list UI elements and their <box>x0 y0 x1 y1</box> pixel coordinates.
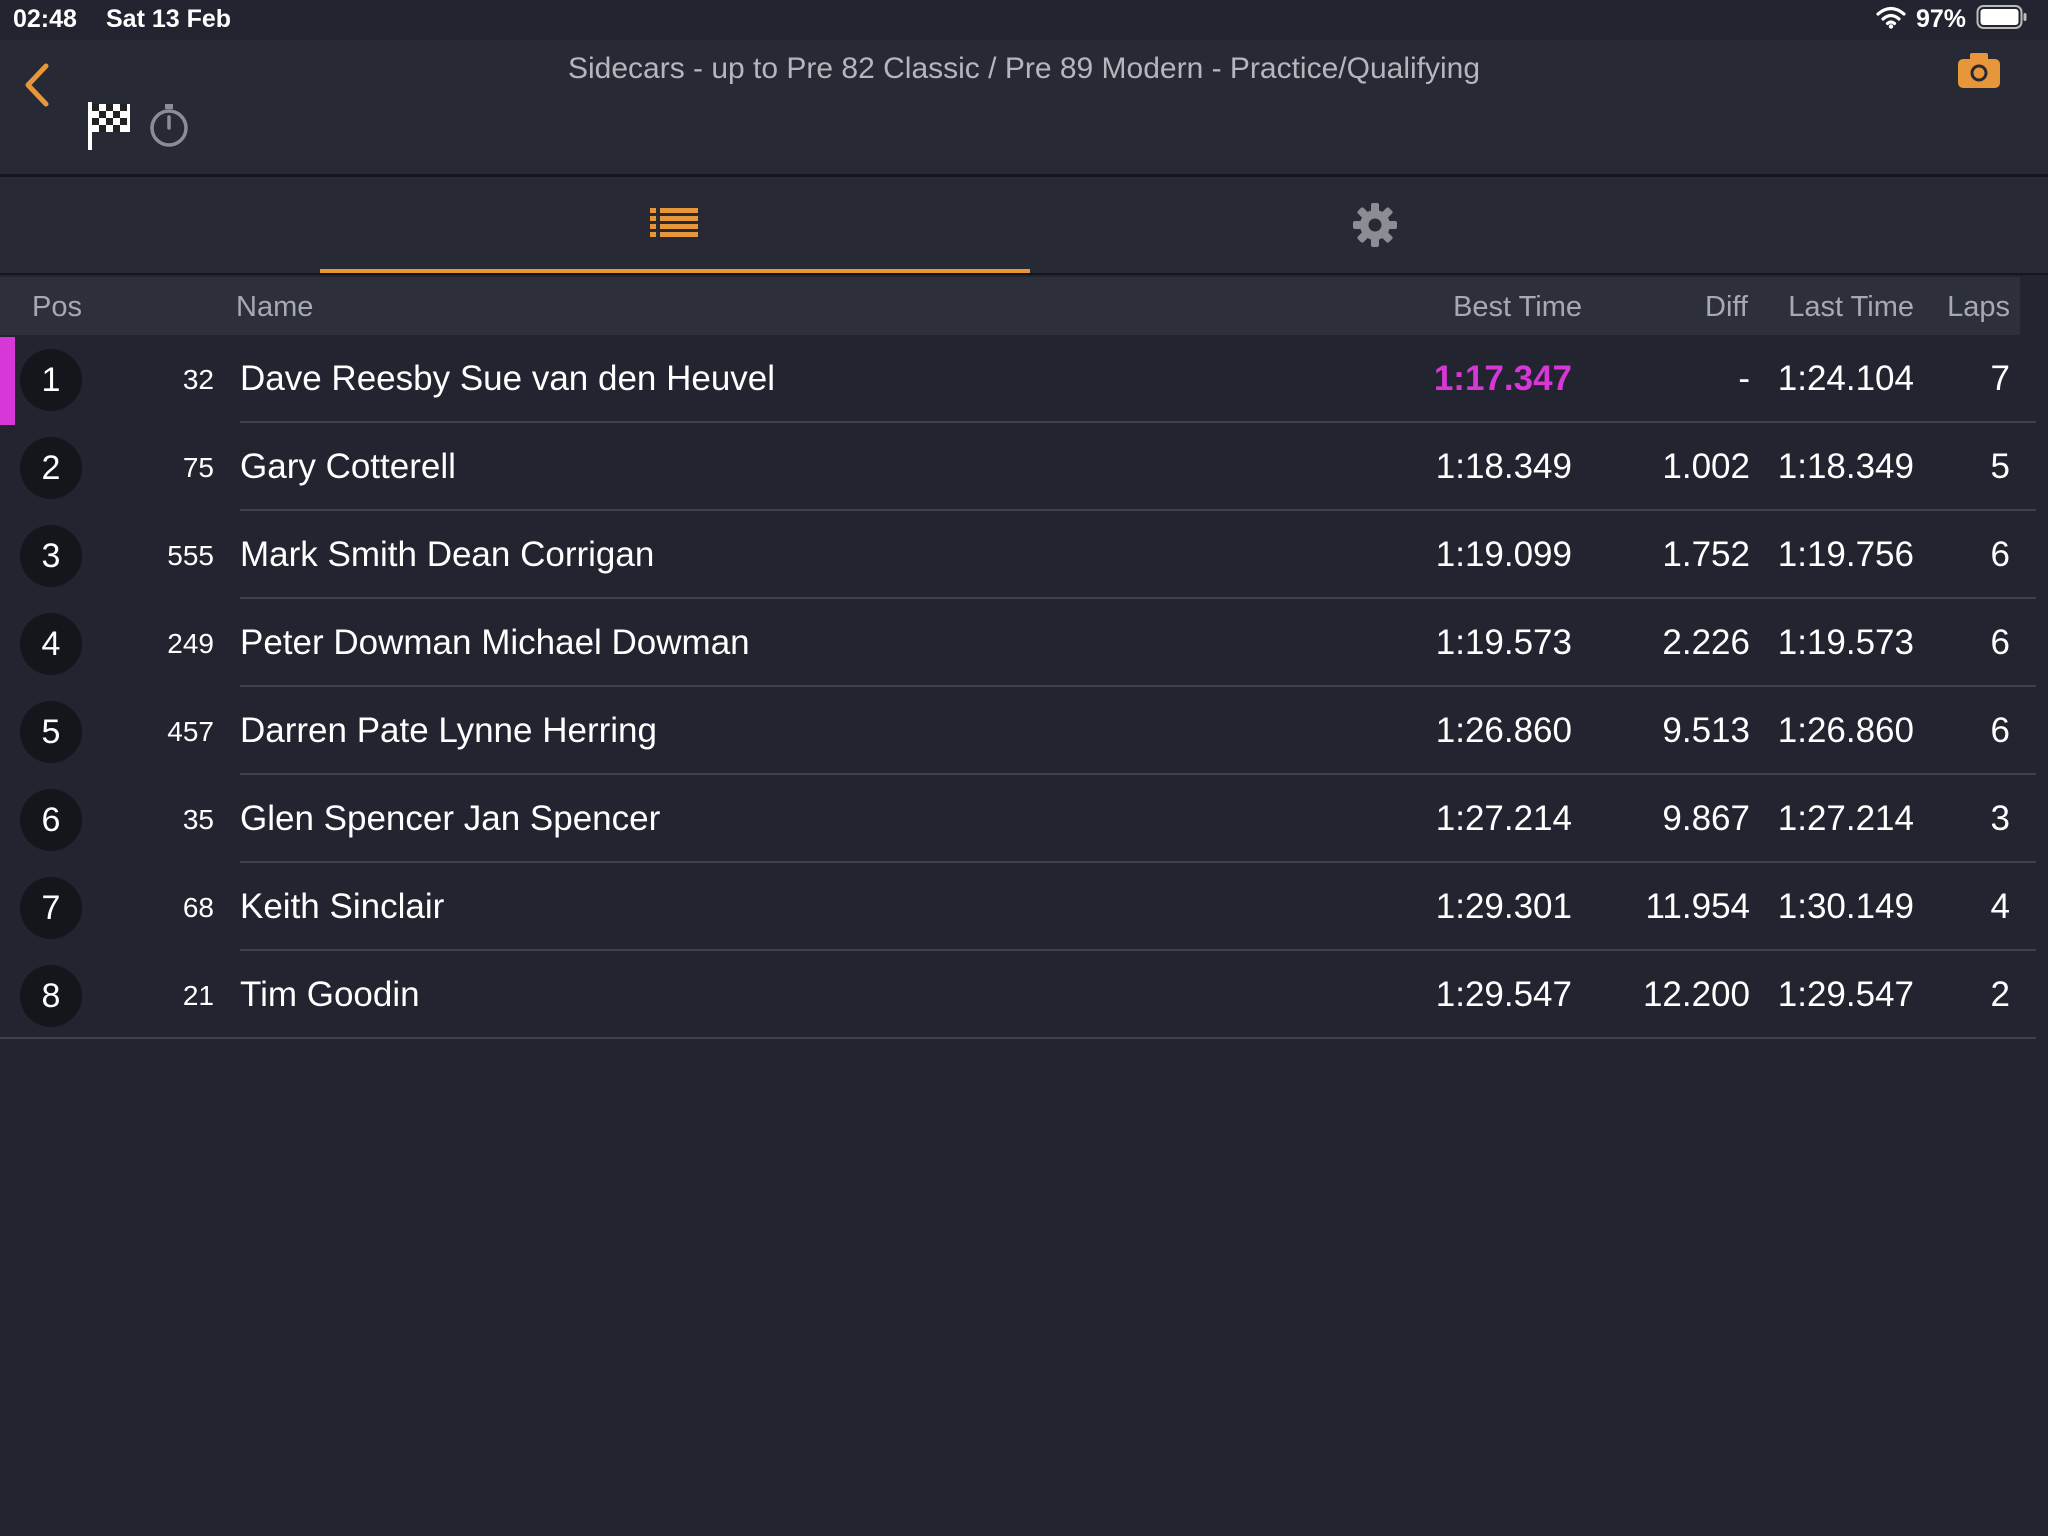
laps-count: 6 <box>1990 711 2010 750</box>
last-time: 1:19.756 <box>1777 535 1914 574</box>
page-title: Sidecars - up to Pre 82 Classic / Pre 89… <box>567 52 1481 85</box>
rider-number: 249 <box>167 628 214 659</box>
diff-time: 1.002 <box>1662 447 1750 486</box>
rider-number: 68 <box>182 892 214 923</box>
camera-icon <box>1958 53 2000 88</box>
position-badge: 2 <box>20 437 82 499</box>
laps-count: 5 <box>1990 447 2010 486</box>
last-time: 1:18.349 <box>1777 447 1914 486</box>
rider-number: 35 <box>182 804 214 835</box>
column-header-name[interactable]: Name <box>236 291 313 324</box>
row-divider <box>240 597 2036 599</box>
best-time: 1:18.349 <box>1435 447 1572 486</box>
laps-count: 2 <box>1990 975 2010 1014</box>
status-right: 97% <box>1876 4 2028 35</box>
column-header-pos[interactable]: Pos <box>32 291 82 324</box>
table-row[interactable]: 4 249 Peter Dowman Michael Dowman 1:19.5… <box>0 601 2036 687</box>
rider-name: Dave Reesby Sue van den Heuvel <box>240 359 776 398</box>
laps-count: 4 <box>1990 887 2010 926</box>
best-time: 1:19.573 <box>1435 623 1572 662</box>
rider-number: 457 <box>167 716 214 747</box>
row-divider <box>0 1037 2036 1039</box>
laps-count: 3 <box>1990 799 2010 838</box>
best-time: 1:26.860 <box>1435 711 1572 750</box>
position-badge: 6 <box>20 789 82 851</box>
row-divider <box>240 949 2036 951</box>
header: Sidecars - up to Pre 82 Classic / Pre 89… <box>0 40 2048 177</box>
wifi-icon <box>1876 5 1906 34</box>
rider-number: 32 <box>182 364 214 395</box>
table-row[interactable]: 5 457 Darren Pate Lynne Herring 1:26.860… <box>0 689 2036 775</box>
rider-name: Mark Smith Dean Corrigan <box>240 535 655 574</box>
best-time: 1:17.347 <box>1433 359 1572 398</box>
rider-number: 75 <box>182 452 214 483</box>
last-time: 1:27.214 <box>1777 799 1914 838</box>
battery-icon <box>1976 4 2028 35</box>
best-time: 1:29.301 <box>1435 887 1572 926</box>
best-time: 1:27.214 <box>1435 799 1572 838</box>
diff-time: 2.226 <box>1662 623 1750 662</box>
position-badge: 7 <box>20 877 82 939</box>
battery-percentage: 97% <box>1915 5 1966 33</box>
last-time: 1:29.547 <box>1777 975 1914 1014</box>
last-time: 1:30.149 <box>1777 887 1914 926</box>
camera-button[interactable] <box>1956 50 2002 90</box>
list-icon <box>650 208 698 237</box>
laps-count: 7 <box>1990 359 2010 398</box>
column-header-laps[interactable]: Laps <box>1947 291 2010 324</box>
position-badge: 1 <box>20 349 82 411</box>
last-time: 1:19.573 <box>1777 623 1914 662</box>
rider-name: Glen Spencer Jan Spencer <box>240 799 661 838</box>
table-row[interactable]: 1 32 Dave Reesby Sue van den Heuvel 1:17… <box>0 337 2036 425</box>
status-date: Sat 13 Feb <box>106 5 232 33</box>
diff-time: 1.752 <box>1662 535 1750 574</box>
last-time: 1:24.104 <box>1777 359 1914 398</box>
row-divider <box>240 861 2036 863</box>
table-header: Pos Name Best Time Diff Last Time Laps <box>0 277 2020 335</box>
row-divider <box>240 773 2036 775</box>
table-row[interactable]: 3 555 Mark Smith Dean Corrigan 1:19.099 … <box>0 513 2036 599</box>
rider-name: Gary Cotterell <box>240 447 456 486</box>
diff-time: 11.954 <box>1645 887 1750 926</box>
diff-time: 9.867 <box>1662 799 1750 838</box>
tab-results-list[interactable] <box>320 177 1030 273</box>
best-time: 1:29.547 <box>1435 975 1572 1014</box>
fastest-lap-marker <box>0 337 15 425</box>
rider-number: 555 <box>167 540 214 571</box>
gear-icon <box>1353 203 1397 247</box>
diff-time: - <box>1738 359 1750 398</box>
stopwatch-icon[interactable] <box>148 102 190 148</box>
status-time: 02:48 <box>13 5 77 33</box>
table-row[interactable]: 7 68 Keith Sinclair 1:29.301 11.954 1:30… <box>0 865 2036 951</box>
position-badge: 8 <box>20 965 82 1027</box>
row-divider <box>240 509 2036 511</box>
tab-settings[interactable] <box>1020 177 1730 273</box>
laps-count: 6 <box>1990 535 2010 574</box>
position-badge: 3 <box>20 525 82 587</box>
tab-bar <box>0 177 2048 275</box>
best-time: 1:19.099 <box>1435 535 1572 574</box>
table-row[interactable]: 2 75 Gary Cotterell 1:18.349 1.002 1:18.… <box>0 425 2036 511</box>
position-badge: 5 <box>20 701 82 763</box>
row-divider <box>240 421 2036 423</box>
checkered-flag-icon[interactable] <box>86 100 132 152</box>
rider-number: 21 <box>182 980 214 1011</box>
diff-time: 9.513 <box>1662 711 1750 750</box>
last-time: 1:26.860 <box>1777 711 1914 750</box>
rider-name: Darren Pate Lynne Herring <box>240 711 657 750</box>
rider-name: Tim Goodin <box>240 975 420 1014</box>
table-row[interactable]: 6 35 Glen Spencer Jan Spencer 1:27.214 9… <box>0 777 2036 863</box>
laps-count: 6 <box>1990 623 2010 662</box>
position-badge: 4 <box>20 613 82 675</box>
table-row[interactable]: 8 21 Tim Goodin 1:29.547 12.200 1:29.547… <box>0 953 2036 1039</box>
rider-name: Keith Sinclair <box>240 887 445 926</box>
status-bar: 02:48 Sat 13 Feb 97% <box>0 0 2048 40</box>
row-divider <box>240 685 2036 687</box>
column-header-last-time[interactable]: Last Time <box>1788 291 1914 324</box>
column-header-diff[interactable]: Diff <box>1705 291 1748 324</box>
rider-name: Peter Dowman Michael Dowman <box>240 623 750 662</box>
diff-time: 12.200 <box>1642 975 1750 1014</box>
column-header-best-time[interactable]: Best Time <box>1453 291 1582 324</box>
